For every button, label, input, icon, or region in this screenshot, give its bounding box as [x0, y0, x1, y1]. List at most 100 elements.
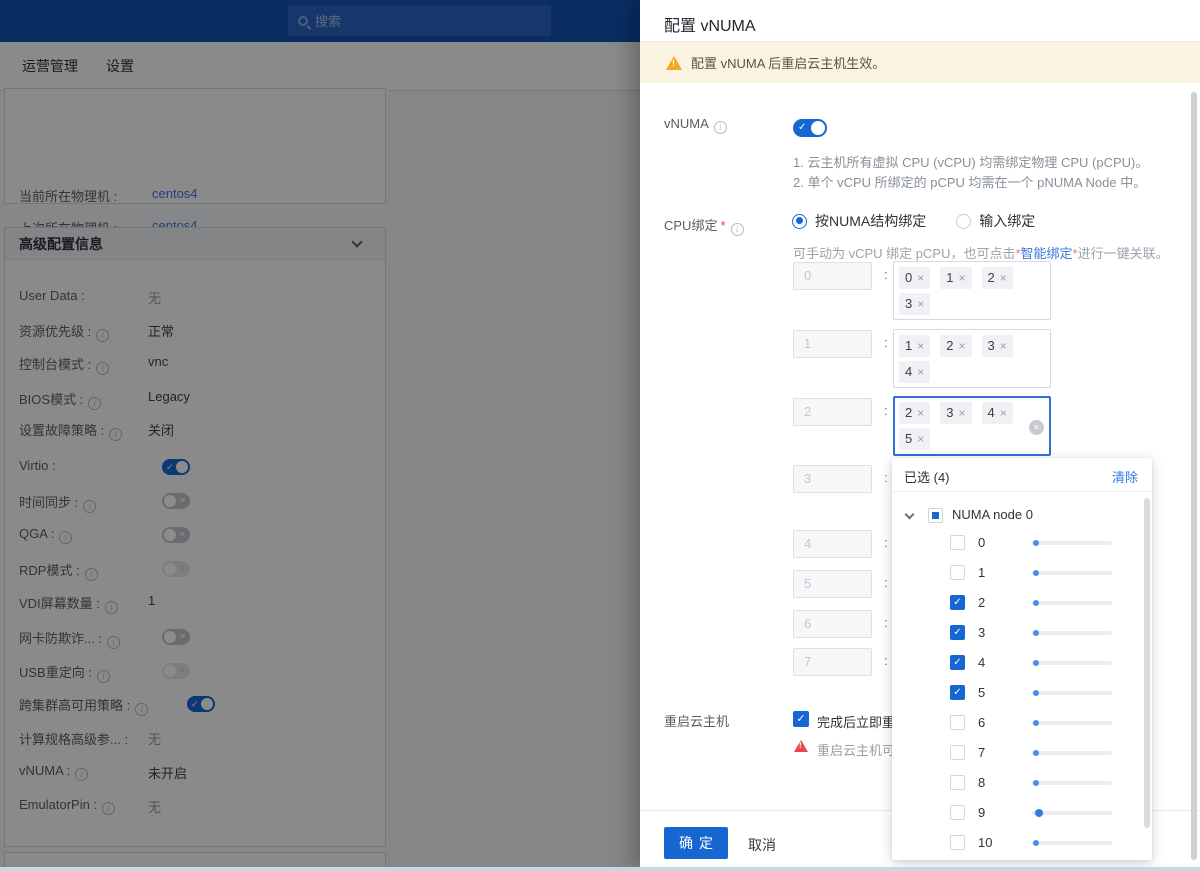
pcpu-checkbox-4[interactable]: ✓ [950, 655, 965, 670]
pcpu-checkbox-0[interactable] [950, 535, 965, 550]
pcpu-option-row[interactable]: 10 [892, 829, 1152, 859]
pcpu-checkbox-3[interactable]: ✓ [950, 625, 965, 640]
dropdown-scrollbar[interactable] [1144, 498, 1150, 828]
chip-remove-icon[interactable]: × [917, 339, 924, 353]
chip-remove-icon[interactable]: × [958, 406, 965, 420]
usage-indicator [1032, 540, 1112, 546]
pcpu-chip[interactable]: 1 × [940, 267, 972, 289]
pcpu-checkbox-10[interactable] [950, 835, 965, 850]
radio-selected[interactable] [792, 213, 807, 229]
pcpu-option-row[interactable]: 0 [892, 529, 1152, 559]
vcpu-input-2[interactable]: 2 [793, 398, 872, 426]
pcpu-checkbox-7[interactable] [950, 745, 965, 760]
chevron-down-icon[interactable] [904, 509, 915, 520]
pcpu-option-label: 5 [978, 685, 986, 700]
usage-indicator [1032, 600, 1112, 606]
pcpu-option-row[interactable]: 1 [892, 559, 1152, 589]
chip-remove-icon[interactable]: × [917, 297, 924, 311]
pcpu-chip[interactable]: 2 × [940, 335, 972, 357]
danger-triangle-icon [794, 740, 808, 752]
ok-button[interactable]: 确定 [664, 827, 728, 859]
info-icon[interactable]: i [730, 223, 744, 236]
pcpu-chip[interactable]: 4 × [981, 402, 1013, 424]
smart-bind-link[interactable]: 智能绑定 [1021, 246, 1073, 261]
clear-selection-link[interactable]: 清除 [1112, 467, 1138, 486]
restart-checkbox[interactable]: ✓ [793, 711, 809, 727]
usage-indicator [1032, 630, 1112, 636]
vcpu-input-3[interactable]: 3 [793, 465, 872, 493]
dialog-title: 配置 vNUMA [664, 18, 756, 35]
numa-node-group-row[interactable]: NUMA node 0 [892, 506, 1152, 530]
pcpu-checkbox-9[interactable] [950, 805, 965, 820]
vcpu-input-0[interactable]: 0 [793, 262, 872, 290]
pcpu-checkbox-1[interactable] [950, 565, 965, 580]
usage-indicator [1032, 660, 1112, 666]
pcpu-tagbox-0[interactable]: 0 × 1 × 2 × 3 × [893, 261, 1051, 320]
pcpu-option-label: 7 [978, 745, 986, 760]
chip-remove-icon[interactable]: × [1000, 339, 1007, 353]
usage-indicator [1032, 690, 1112, 696]
pcpu-option-row[interactable]: 9 [892, 799, 1152, 829]
vcpu-input-5[interactable]: 5 [793, 570, 872, 598]
window-bottom-border [0, 867, 1200, 871]
vcpu-input-6[interactable]: 6 [793, 610, 872, 638]
pcpu-option-row[interactable]: ✓ 2 [892, 589, 1152, 619]
radio-unselected[interactable] [956, 213, 972, 229]
pcpu-tagbox-2[interactable]: 2 × 3 × 4 × 5 × [893, 396, 1051, 456]
pcpu-option-row[interactable]: 8 [892, 769, 1152, 799]
pcpu-chip[interactable]: 2 × [899, 402, 931, 424]
radio-option[interactable]: 按NUMA结构绑定 [792, 211, 926, 231]
pcpu-option-label: 6 [978, 715, 986, 730]
pcpu-chip[interactable]: 2 × [981, 267, 1013, 289]
numa-node-checkbox-indeterminate[interactable] [928, 508, 943, 523]
pcpu-option-row[interactable]: 7 [892, 739, 1152, 769]
required-asterisk: * [720, 218, 726, 233]
pcpu-chip[interactable]: 4 × [899, 361, 931, 383]
pcpu-option-row[interactable]: ✓ 5 [892, 679, 1152, 709]
pcpu-option-row[interactable]: ✓ 3 [892, 619, 1152, 649]
pcpu-option-label: 2 [978, 595, 986, 610]
usage-dot [1033, 690, 1039, 696]
pcpu-option-label: 8 [978, 775, 986, 790]
pcpu-checkbox-5[interactable]: ✓ [950, 685, 965, 700]
pcpu-chip[interactable]: 0 × [899, 267, 931, 289]
pcpu-chip[interactable]: 5 × [899, 428, 931, 450]
usage-dot [1033, 540, 1039, 546]
colon-separator: : [884, 535, 888, 550]
chip-remove-icon[interactable]: × [917, 432, 924, 446]
usage-dot [1033, 750, 1039, 756]
vcpu-input-4[interactable]: 4 [793, 530, 872, 558]
vcpu-input-7[interactable]: 7 [793, 648, 872, 676]
dialog-scrollbar[interactable] [1191, 92, 1197, 860]
pcpu-chip[interactable]: 3 × [981, 335, 1013, 357]
pcpu-option-row[interactable]: ✓ 4 [892, 649, 1152, 679]
chip-remove-icon[interactable]: × [917, 406, 924, 420]
chip-remove-icon[interactable]: × [1000, 406, 1007, 420]
pcpu-checkbox-2[interactable]: ✓ [950, 595, 965, 610]
vnuma-toggle[interactable] [793, 119, 827, 137]
pcpu-option-label: 4 [978, 655, 986, 670]
pcpu-option-label: 0 [978, 535, 986, 550]
chip-remove-icon[interactable]: × [917, 365, 924, 379]
info-icon[interactable]: i [713, 121, 727, 134]
warning-banner: 配置 vNUMA 后重启云主机生效。 [640, 42, 1200, 83]
vcpu-input-1[interactable]: 1 [793, 330, 872, 358]
radio-option[interactable]: 输入绑定 [956, 211, 1035, 231]
pcpu-checkbox-8[interactable] [950, 775, 965, 790]
chip-remove-icon[interactable]: × [958, 271, 965, 285]
chip-remove-icon[interactable]: × [1000, 271, 1007, 285]
clear-tags-icon[interactable]: ✕ [1029, 420, 1044, 435]
chip-remove-icon[interactable]: × [958, 339, 965, 353]
colon-separator: : [884, 470, 888, 485]
warning-banner-text: 配置 vNUMA 后重启云主机生效。 [691, 56, 886, 71]
chip-remove-icon[interactable]: × [917, 271, 924, 285]
pcpu-checkbox-6[interactable] [950, 715, 965, 730]
pcpu-chip[interactable]: 3 × [940, 402, 972, 424]
cancel-button[interactable]: 取消 [748, 835, 776, 855]
usage-dot [1035, 809, 1043, 817]
usage-indicator [1032, 840, 1112, 846]
pcpu-tagbox-1[interactable]: 1 × 2 × 3 × 4 × [893, 329, 1051, 388]
pcpu-chip[interactable]: 3 × [899, 293, 931, 315]
pcpu-option-row[interactable]: 6 [892, 709, 1152, 739]
pcpu-chip[interactable]: 1 × [899, 335, 931, 357]
